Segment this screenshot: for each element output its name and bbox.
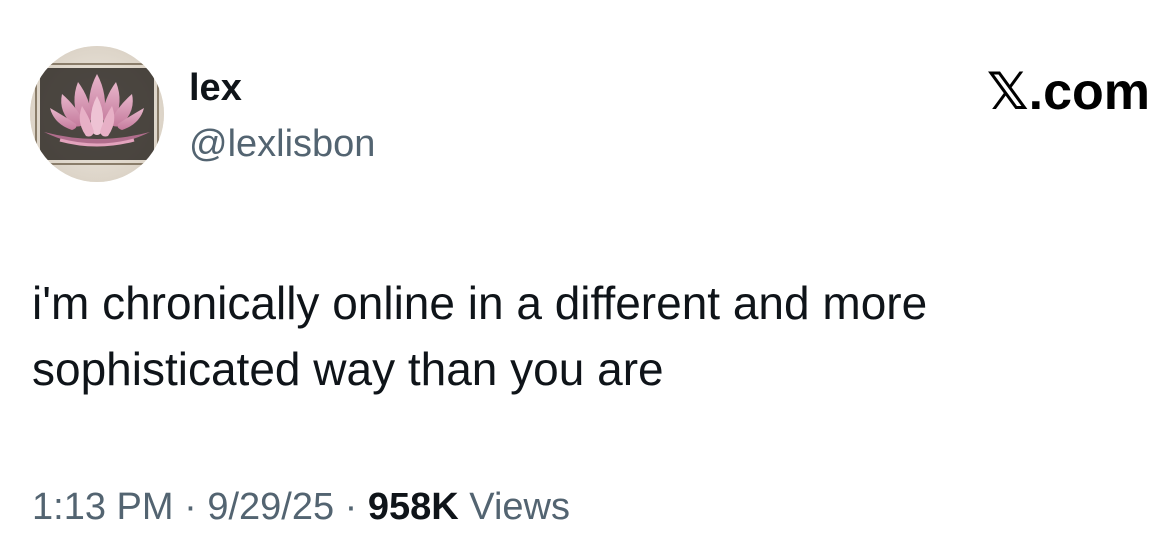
author-handle[interactable]: @lexlisbon <box>189 122 375 166</box>
meta-separator: · <box>334 486 368 528</box>
tweet-time[interactable]: 1:13 PM <box>32 486 174 528</box>
avatar[interactable] <box>30 46 164 182</box>
views-count: 958K <box>367 486 459 528</box>
x-logo: 𝕏.com <box>986 63 1150 121</box>
tweet-date[interactable]: 9/29/25 <box>207 486 334 528</box>
tweet-text: i'm chronically online in a different an… <box>32 277 928 395</box>
author-display-name[interactable]: lex <box>189 66 242 110</box>
tweet-card: lex @lexlisbon 𝕏.com i'm chronically onl… <box>0 0 1170 551</box>
lotus-flower-icon <box>30 46 164 182</box>
tweet-meta: 1:13 PM · 9/29/25 · 958K Views <box>32 484 570 530</box>
meta-separator: · <box>173 486 208 528</box>
views-label: Views <box>458 486 570 528</box>
